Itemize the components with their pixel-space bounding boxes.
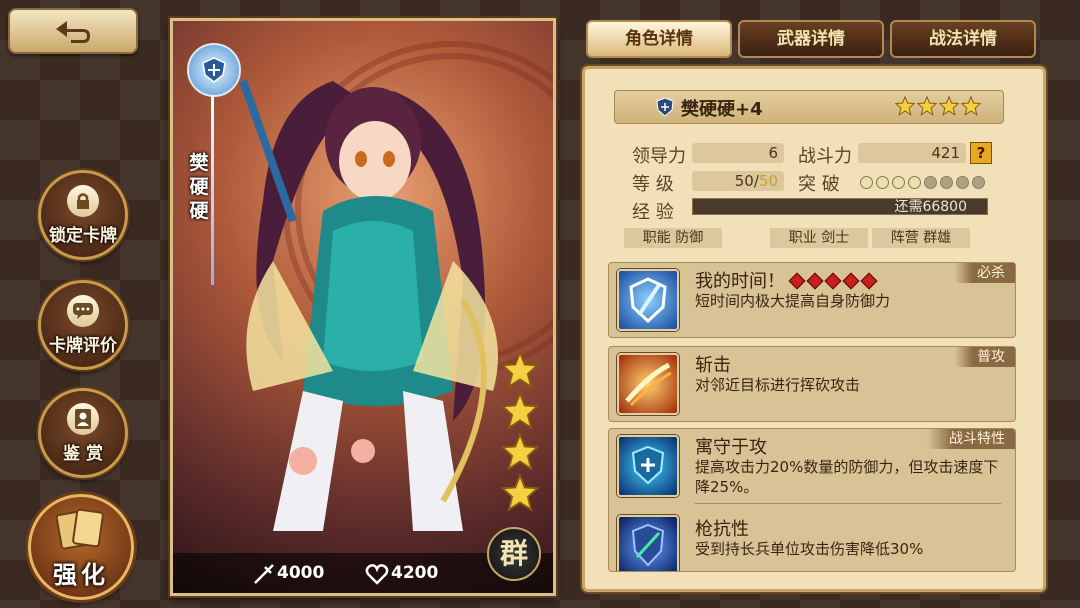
role-tag: 职能 防御: [624, 228, 722, 248]
health-heart-icon: [365, 564, 389, 585]
hero-name: 樊硬硬+4: [681, 99, 763, 120]
enhance-button[interactable]: 强化: [28, 494, 134, 600]
skill-description: 提高攻击力20%数量的防御力，但攻击速度下降25%。: [695, 458, 999, 496]
lock-card-label: 锁定卡牌: [49, 226, 117, 246]
attack-value: 4000: [277, 563, 325, 583]
card-vertical-name: 樊硬硬: [189, 152, 209, 222]
slash-skill-icon: [617, 353, 679, 415]
camp-tag: 阵营 群雄: [872, 228, 970, 248]
experience-label: 经 验: [632, 202, 674, 223]
star-icon: [917, 96, 937, 116]
skill-name: 寓守于攻: [695, 437, 767, 458]
cost-diamond-icon: [806, 272, 824, 290]
shield-icon: [656, 97, 674, 117]
experience-bar: 还需66800: [692, 198, 988, 215]
cost-diamonds: [788, 271, 881, 292]
spear-resist-icon: [617, 515, 679, 571]
shield-skill-icon: [617, 269, 679, 331]
lock-icon: [67, 185, 99, 217]
job-label: 职业: [788, 230, 817, 246]
breakthrough-dot-empty: [924, 176, 937, 189]
cards-icon: [55, 508, 104, 550]
appreciate-label: 鉴 赏: [63, 444, 103, 464]
card-review-label: 卡牌评价: [49, 336, 117, 356]
skill-type-tag: 普攻: [955, 347, 1015, 367]
skill-name: 枪抗性: [695, 519, 749, 540]
card-star-icon: [501, 351, 539, 389]
card-review-button[interactable]: 卡牌评价: [38, 280, 128, 370]
camp-value: 群雄: [923, 230, 952, 246]
card-star-icon: [501, 433, 539, 471]
faction-emblem-icon: [187, 43, 241, 97]
hero-card: 樊硬硬 4000 4200 群: [170, 18, 556, 596]
breakthrough-dot-empty: [972, 176, 985, 189]
breakthrough-dots: [860, 174, 988, 193]
skill-description: 受到持长兵单位攻击伤害降低30%: [695, 540, 924, 558]
skill-title: 我的时间！: [695, 267, 881, 293]
breakthrough-dot-filled: [860, 176, 873, 189]
cost-diamond-icon: [842, 272, 860, 290]
attack-sword-icon: [254, 564, 274, 584]
skill-description: 短时间内极大提高自身防御力: [695, 292, 891, 310]
job-tag: 职业 剑士: [770, 228, 868, 248]
job-value: 剑士: [821, 230, 850, 246]
leadership-value: 6: [692, 143, 784, 163]
skill-ultimate[interactable]: 我的时间！ 短时间内极大提高自身防御力 必杀: [608, 262, 1016, 338]
breakthrough-dot-filled: [908, 176, 921, 189]
faction-badge: 群: [487, 527, 541, 581]
name-divider: [211, 95, 214, 285]
enhance-label: 强化: [53, 561, 109, 589]
hero-name-row: 樊硬硬+4: [614, 90, 1004, 124]
skill-name: 我的时间！: [695, 271, 785, 292]
chat-bubble-icon: [67, 295, 99, 327]
tab-weapon-details[interactable]: 武器详情: [738, 20, 884, 58]
leadership-label: 领导力: [632, 146, 686, 167]
lock-card-button[interactable]: 锁定卡牌: [38, 170, 128, 260]
skill-description: 对邻近目标进行挥砍攻击: [695, 376, 861, 394]
skill-type-tag: 必杀: [955, 263, 1015, 283]
portrait-icon: [67, 403, 99, 435]
combat-power-label: 战斗力: [798, 146, 852, 167]
level-current: 50: [734, 172, 754, 190]
tab-character-details[interactable]: 角色详情: [586, 20, 732, 58]
star-icon: [895, 96, 915, 116]
back-arrow-icon: [56, 21, 90, 43]
role-value: 防御: [675, 230, 704, 246]
hero-stars: [895, 96, 981, 116]
skill-name: 斩击: [695, 355, 731, 376]
breakthrough-dot-empty: [956, 176, 969, 189]
hero-illustration: [239, 79, 498, 531]
camp-label: 阵营: [890, 230, 919, 246]
health-value: 4200: [391, 563, 439, 583]
skill-normal-attack[interactable]: 斩击 对邻近目标进行挥砍攻击 普攻: [608, 346, 1016, 422]
skill-passive-group[interactable]: 寓守于攻 提高攻击力20%数量的防御力，但攻击速度下降25%。 战斗特性 枪抗性…: [608, 428, 1016, 572]
appreciate-button[interactable]: 鉴 赏: [38, 388, 128, 478]
back-button[interactable]: [8, 8, 138, 54]
level-max: 50: [758, 172, 778, 190]
combat-power-value: 421: [858, 143, 966, 163]
cost-diamond-icon: [824, 272, 842, 290]
skill-divider: [695, 503, 1001, 504]
card-star-icon: [501, 392, 539, 430]
skill-type-tag: 战斗特性: [927, 429, 1015, 449]
defense-shield-icon: [617, 435, 679, 497]
breakthrough-label: 突 破: [798, 174, 840, 195]
level-value: 50/50: [692, 171, 784, 191]
cost-diamond-icon: [860, 272, 878, 290]
tab-tactics-details[interactable]: 战法详情: [890, 20, 1036, 58]
star-icon: [961, 96, 981, 116]
help-icon[interactable]: ?: [970, 142, 992, 164]
attribute-tags: 职能 防御 职业 剑士 阵营 群雄: [624, 228, 996, 250]
breakthrough-dot-filled: [892, 176, 905, 189]
card-stars: [501, 351, 541, 515]
card-star-icon: [501, 474, 539, 512]
level-label: 等 级: [632, 174, 674, 195]
cost-diamond-icon: [788, 272, 806, 290]
star-icon: [939, 96, 959, 116]
role-label: 职能: [642, 230, 671, 246]
breakthrough-dot-filled: [876, 176, 889, 189]
breakthrough-dot-empty: [940, 176, 953, 189]
